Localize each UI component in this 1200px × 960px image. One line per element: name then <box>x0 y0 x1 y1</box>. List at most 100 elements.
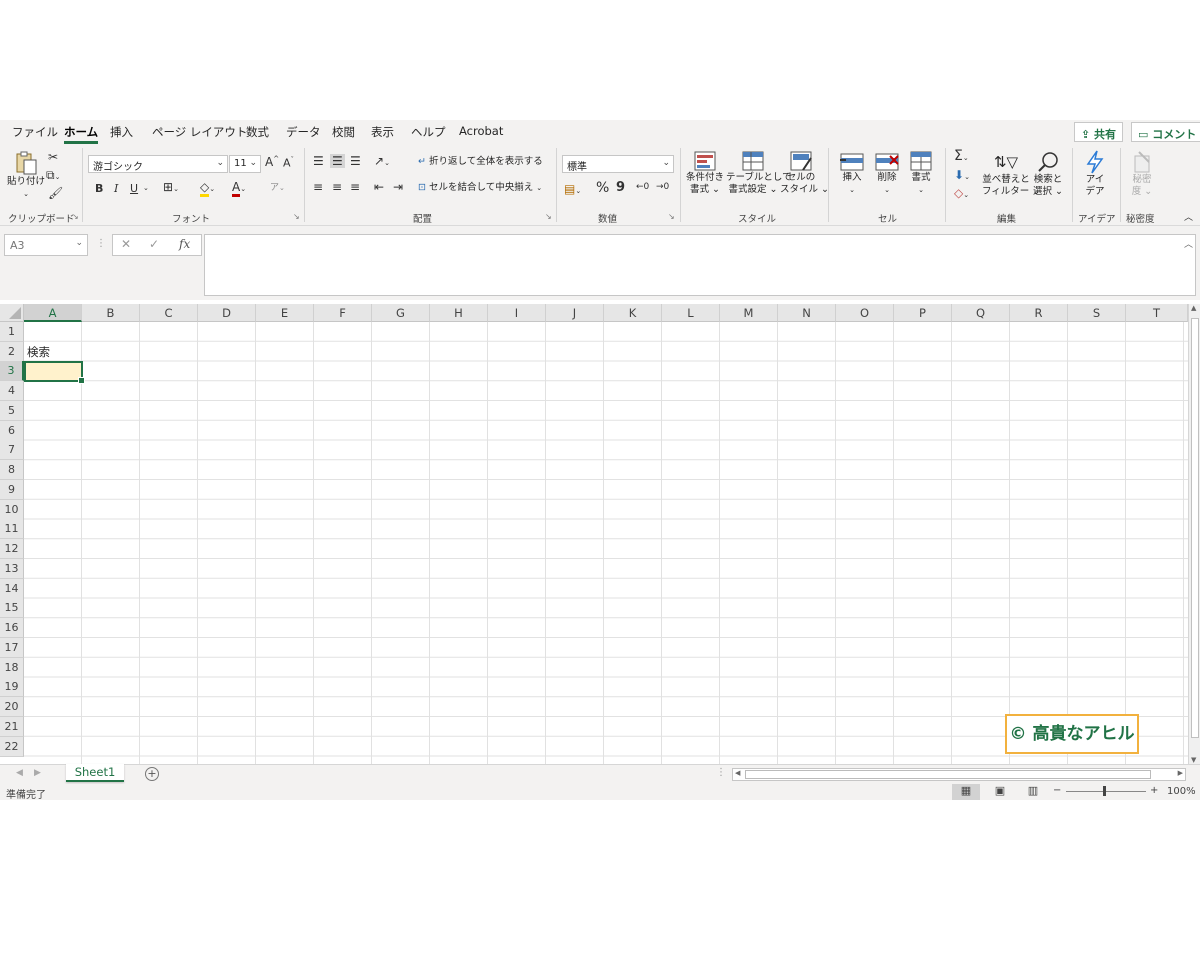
shrink-font-icon[interactable]: Aˇ <box>283 156 294 170</box>
cancel-icon[interactable]: ✕ <box>121 237 131 251</box>
insert-cells-button[interactable]: 挿入 ⌄ <box>836 150 868 196</box>
tab-home[interactable]: ホーム <box>64 124 99 144</box>
comma-style-button[interactable]: 9 <box>616 180 625 195</box>
clear-icon[interactable]: ◇⌄ <box>954 186 969 200</box>
column-header[interactable]: C <box>140 304 198 322</box>
increase-decimal-icon[interactable]: ←0 <box>636 182 649 192</box>
find-select-button[interactable]: 検索と 選択 ⌄ <box>1030 150 1066 198</box>
row-header[interactable]: 19 <box>0 677 24 697</box>
prev-sheet-icon[interactable]: ◀ <box>16 768 23 778</box>
row-header[interactable]: 2 <box>0 342 24 362</box>
scroll-left-icon[interactable]: ◀ <box>735 769 740 777</box>
column-header[interactable]: T <box>1126 304 1188 322</box>
tab-data[interactable]: データ <box>286 124 321 140</box>
cell-a2[interactable]: 検索 <box>27 344 50 360</box>
add-sheet-button[interactable]: + <box>145 767 159 781</box>
italic-button[interactable]: I <box>114 182 118 195</box>
tab-view[interactable]: 表示 <box>371 124 394 140</box>
delete-cells-button[interactable]: 削除 ⌄ <box>872 150 902 196</box>
accounting-format-icon[interactable]: ▤⌄ <box>564 182 581 196</box>
wrap-text-button[interactable]: ↵ 折り返して全体を表示する <box>418 156 543 168</box>
copy-icon[interactable]: ⧉⌄ <box>46 168 60 183</box>
autosum-icon[interactable]: Σ⌄ <box>954 148 969 164</box>
active-cell-a3[interactable] <box>24 361 85 384</box>
merge-center-button[interactable]: ⊡ セルを結合して中央揃え ⌄ <box>418 182 542 194</box>
font-size-select[interactable]: 11 ⌄ <box>229 155 261 173</box>
row-header[interactable]: 1 <box>0 322 24 342</box>
enter-icon[interactable]: ✓ <box>149 237 159 251</box>
sensitivity-button[interactable]: 秘密 度 ⌄ <box>1126 150 1158 198</box>
sheet-tab-sheet1[interactable]: Sheet1 <box>66 764 124 782</box>
decrease-decimal-icon[interactable]: →0 <box>656 182 669 192</box>
column-header[interactable]: B <box>82 304 140 322</box>
row-header[interactable]: 15 <box>0 598 24 618</box>
conditional-formatting-button[interactable]: 条件付き 書式 ⌄ <box>684 150 726 196</box>
collapse-formula-bar-icon[interactable]: ︿ <box>1184 237 1193 250</box>
ideas-button[interactable]: アイ デア <box>1078 150 1112 198</box>
column-header[interactable]: P <box>894 304 952 322</box>
scroll-down-icon[interactable]: ▼ <box>1191 756 1196 764</box>
row-header[interactable]: 7 <box>0 440 24 460</box>
clipboard-launcher-icon[interactable]: ↘ <box>72 212 79 221</box>
borders-icon[interactable]: ⊞⌄ <box>163 180 179 194</box>
align-top-icon[interactable]: ☰ <box>313 154 324 168</box>
scroll-right-icon[interactable]: ▶ <box>1178 769 1183 777</box>
tab-file[interactable]: ファイル <box>12 124 58 140</box>
font-launcher-icon[interactable]: ↘ <box>293 212 300 221</box>
column-header[interactable]: A <box>24 304 82 322</box>
grow-font-icon[interactable]: A^ <box>265 155 279 169</box>
normal-view-button[interactable]: ▦ <box>952 784 980 800</box>
column-header[interactable]: J <box>546 304 604 322</box>
tab-formulas[interactable]: 数式 <box>246 124 269 140</box>
chevron-down-icon[interactable]: ⌄ <box>143 184 149 192</box>
row-header[interactable]: 16 <box>0 618 24 638</box>
horizontal-scroll-thumb[interactable] <box>745 770 1151 779</box>
phonetic-guide-icon[interactable]: ア⌄ <box>270 180 285 193</box>
row-header[interactable]: 22 <box>0 737 24 757</box>
zoom-in-button[interactable]: + <box>1150 785 1158 796</box>
sort-filter-button[interactable]: ⇅▽ 並べ替えと フィルター ⌄ <box>982 150 1040 198</box>
decrease-indent-icon[interactable]: ⇤ <box>374 180 384 194</box>
align-right-icon[interactable]: ≡ <box>350 180 360 194</box>
row-header[interactable]: 21 <box>0 717 24 737</box>
name-box[interactable]: A3 ⌄ <box>4 234 88 256</box>
row-header[interactable]: 9 <box>0 480 24 500</box>
row-header[interactable]: 11 <box>0 519 24 539</box>
tab-splitter-icon[interactable]: ⋮ <box>716 767 726 778</box>
insert-function-button[interactable]: fx <box>179 237 190 251</box>
cell-styles-button[interactable]: セルの スタイル ⌄ <box>780 150 829 196</box>
format-cells-button[interactable]: 書式 ⌄ <box>906 150 936 196</box>
row-header[interactable]: 6 <box>0 421 24 441</box>
column-header[interactable]: I <box>488 304 546 322</box>
column-header[interactable]: E <box>256 304 314 322</box>
tab-help[interactable]: ヘルプ <box>411 124 446 140</box>
vertical-scrollbar[interactable]: ▲ ▼ <box>1188 304 1200 764</box>
cell-area[interactable] <box>24 322 1188 764</box>
align-middle-icon[interactable]: ☰ <box>330 154 345 168</box>
row-header[interactable]: 5 <box>0 401 24 421</box>
align-left-icon[interactable]: ≡ <box>313 180 323 194</box>
column-header[interactable]: D <box>198 304 256 322</box>
cut-icon[interactable]: ✂ <box>48 150 58 164</box>
bold-button[interactable]: B <box>95 182 103 195</box>
column-header[interactable]: L <box>662 304 720 322</box>
column-header[interactable]: R <box>1010 304 1068 322</box>
row-header[interactable]: 17 <box>0 638 24 658</box>
page-break-view-button[interactable]: ▥ <box>1019 784 1047 800</box>
zoom-slider-thumb[interactable] <box>1103 786 1106 796</box>
row-header[interactable]: 3 <box>0 361 24 381</box>
column-header[interactable]: S <box>1068 304 1126 322</box>
row-header[interactable]: 13 <box>0 559 24 579</box>
fill-color-icon[interactable]: ◇⌄ <box>200 180 215 197</box>
format-as-table-button[interactable]: テーブルとして 書式設定 ⌄ <box>726 150 792 196</box>
row-header[interactable]: 8 <box>0 460 24 480</box>
page-layout-view-button[interactable]: ▣ <box>986 784 1014 800</box>
row-header[interactable]: 10 <box>0 500 24 520</box>
zoom-out-button[interactable]: − <box>1053 785 1061 796</box>
select-all-button[interactable] <box>0 304 24 322</box>
row-header[interactable]: 4 <box>0 381 24 401</box>
row-header[interactable]: 14 <box>0 579 24 599</box>
collapse-ribbon-icon[interactable]: ︿ <box>1184 210 1193 223</box>
column-header[interactable]: F <box>314 304 372 322</box>
zoom-level[interactable]: 100% <box>1167 786 1196 797</box>
